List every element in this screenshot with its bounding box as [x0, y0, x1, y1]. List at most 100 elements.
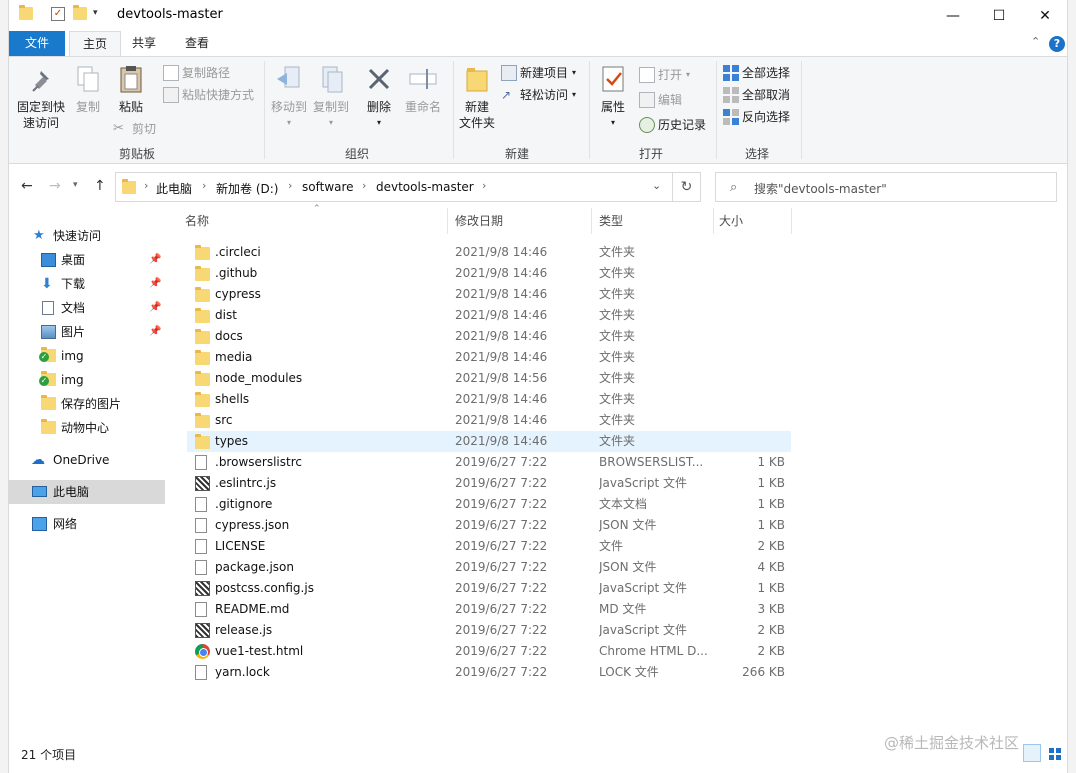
column-header-name[interactable]: 名称: [185, 206, 441, 236]
select-all-button[interactable]: 全部选择: [723, 63, 790, 83]
copy-button[interactable]: 复制: [71, 63, 105, 115]
close-button[interactable]: ✕: [1022, 0, 1067, 31]
customize-toolbar-icon[interactable]: ▾: [93, 8, 98, 18]
pin-icon[interactable]: 📌: [149, 248, 161, 272]
new-folder-button[interactable]: 新建 文件夹: [455, 63, 499, 131]
table-row[interactable]: package.json 2019/6/27 7:22 JSON 文件 4 KB: [187, 557, 791, 578]
pin-icon[interactable]: 📌: [149, 296, 161, 320]
search-input[interactable]: ⌕ 搜索"devtools-master": [715, 172, 1057, 202]
paste-button[interactable]: 粘贴: [113, 63, 149, 115]
table-row[interactable]: media 2021/9/8 14:46 文件夹: [187, 347, 791, 368]
delete-button[interactable]: 删除 ▾: [363, 63, 395, 131]
table-row[interactable]: node_modules 2021/9/8 14:56 文件夹: [187, 368, 791, 389]
move-to-button[interactable]: 移动到 ▾: [269, 63, 309, 131]
table-row[interactable]: .github 2021/9/8 14:46 文件夹: [187, 263, 791, 284]
desktop-icon: [41, 253, 56, 267]
paste-shortcut-label: 粘贴快捷方式: [182, 88, 255, 102]
table-row[interactable]: dist 2021/9/8 14:46 文件夹: [187, 305, 791, 326]
folder-icon: [19, 5, 33, 20]
expand-ribbon-icon[interactable]: ⌃: [1031, 35, 1040, 48]
nav-item-documents[interactable]: 文档 📌: [9, 296, 165, 320]
recent-locations-icon[interactable]: ▾: [73, 180, 78, 190]
back-arrow-icon[interactable]: ←: [21, 178, 33, 194]
up-arrow-icon[interactable]: ↑: [94, 178, 106, 194]
tab-view[interactable]: 查看: [169, 31, 225, 56]
file-size: 266 KB: [742, 665, 785, 679]
properties-check-icon[interactable]: ✓: [51, 7, 65, 21]
table-row[interactable]: LICENSE 2019/6/27 7:22 文件 2 KB: [187, 536, 791, 557]
address-dropdown-icon[interactable]: ⌄: [652, 179, 661, 192]
copy-path-button[interactable]: 复制路径: [163, 63, 230, 83]
table-row[interactable]: shells 2021/9/8 14:46 文件夹: [187, 389, 791, 410]
nav-item-desktop[interactable]: 桌面 📌: [9, 248, 165, 272]
breadcrumb-this-pc[interactable]: 此电脑: [156, 180, 192, 197]
forward-arrow-icon[interactable]: →: [49, 178, 61, 194]
nav-item-animal-center[interactable]: 动物中心: [9, 416, 165, 440]
nav-item-pictures[interactable]: 图片 📌: [9, 320, 165, 344]
table-row[interactable]: cypress.json 2019/6/27 7:22 JSON 文件 1 KB: [187, 515, 791, 536]
cut-button[interactable]: ✂ 剪切: [113, 119, 156, 139]
column-separator[interactable]: [713, 208, 714, 234]
breadcrumb-software[interactable]: software: [302, 180, 354, 194]
breadcrumb-devtools-master[interactable]: devtools-master: [376, 180, 474, 194]
pin-quick-access-button[interactable]: 固定到快 速访问: [15, 63, 67, 131]
column-header-type[interactable]: 类型: [599, 206, 711, 236]
table-row[interactable]: .gitignore 2019/6/27 7:22 文本文档 1 KB: [187, 494, 791, 515]
open-button[interactable]: 打开 ▾: [639, 65, 690, 85]
nav-onedrive[interactable]: ☁ OneDrive: [9, 448, 165, 472]
nav-this-pc[interactable]: 此电脑: [9, 480, 165, 504]
table-row[interactable]: .browserslistrc 2019/6/27 7:22 BROWSERSLIS…: [187, 452, 791, 473]
help-icon[interactable]: ?: [1049, 36, 1065, 52]
nav-item-img[interactable]: ✓ img: [9, 344, 165, 368]
nav-quick-access[interactable]: ★ 快速访问: [9, 224, 165, 248]
details-view-icon[interactable]: [1023, 744, 1041, 762]
table-row[interactable]: types 2021/9/8 14:46 文件夹: [187, 431, 791, 452]
file-size: 2 KB: [757, 644, 785, 658]
nav-item-saved-pictures[interactable]: 保存的图片: [9, 392, 165, 416]
column-separator[interactable]: [591, 208, 592, 234]
table-row[interactable]: yarn.lock 2019/6/27 7:22 LOCK 文件 266 KB: [187, 662, 791, 683]
nav-label: 文档: [61, 301, 86, 315]
column-header-size[interactable]: 大小: [719, 206, 789, 236]
properties-button[interactable]: 属性 ▾: [595, 63, 631, 131]
file-name: .gitignore: [215, 497, 273, 511]
nav-item-downloads[interactable]: ⬇ 下载 📌: [9, 272, 165, 296]
select-none-button[interactable]: 全部取消: [723, 85, 790, 105]
new-folder-icon[interactable]: [73, 5, 87, 20]
table-row[interactable]: vue1-test.html 2019/6/27 7:22 Chrome HTML …: [187, 641, 791, 662]
minimize-button[interactable]: —: [930, 0, 976, 31]
invert-selection-button[interactable]: 反向选择: [723, 107, 790, 127]
file-type: 文本文档: [599, 497, 648, 511]
table-row[interactable]: .eslintrc.js 2019/6/27 7:22 JavaScript 文件 1…: [187, 473, 791, 494]
breadcrumb-drive[interactable]: 新加卷 (D:): [216, 180, 278, 197]
tab-home[interactable]: 主页: [69, 31, 121, 57]
history-button[interactable]: 历史记录: [639, 115, 706, 135]
copy-to-button[interactable]: 复制到 ▾: [311, 63, 351, 131]
nav-network[interactable]: 网络: [9, 512, 165, 536]
large-icons-view-icon[interactable]: [1045, 744, 1063, 762]
edit-button[interactable]: 编辑: [639, 90, 682, 110]
table-row[interactable]: postcss.config.js 2019/6/27 7:22 JavaScrip…: [187, 578, 791, 599]
maximize-button[interactable]: ☐: [976, 0, 1022, 31]
table-row[interactable]: src 2021/9/8 14:46 文件夹: [187, 410, 791, 431]
easy-access-button[interactable]: ↗ 轻松访问 ▾: [501, 85, 576, 105]
nav-item-img[interactable]: ✓ img: [9, 368, 165, 392]
pin-icon[interactable]: 📌: [149, 272, 161, 296]
paste-shortcut-button[interactable]: 粘贴快捷方式: [163, 85, 254, 105]
table-row[interactable]: .circleci 2021/9/8 14:46 文件夹: [187, 242, 791, 263]
new-item-button[interactable]: 新建项目 ▾: [501, 63, 576, 83]
tab-share[interactable]: 共享: [121, 31, 167, 56]
refresh-icon[interactable]: ↻: [673, 172, 701, 202]
table-row[interactable]: release.js 2019/6/27 7:22 JavaScript 文件 2 K…: [187, 620, 791, 641]
pin-icon[interactable]: 📌: [149, 320, 161, 344]
column-separator[interactable]: [791, 208, 792, 234]
column-header-date[interactable]: 修改日期: [455, 206, 589, 236]
tab-file[interactable]: 文件: [9, 31, 65, 56]
table-row[interactable]: docs 2021/9/8 14:46 文件夹: [187, 326, 791, 347]
table-row[interactable]: README.md 2019/6/27 7:22 MD 文件 3 KB: [187, 599, 791, 620]
table-row[interactable]: cypress 2021/9/8 14:46 文件夹: [187, 284, 791, 305]
rename-button[interactable]: 重命名: [403, 63, 443, 115]
column-separator[interactable]: [447, 208, 448, 234]
file-type: LOCK 文件: [599, 665, 659, 679]
address-bar[interactable]: › 此电脑 › 新加卷 (D:) › software › devtools-m…: [115, 172, 673, 202]
